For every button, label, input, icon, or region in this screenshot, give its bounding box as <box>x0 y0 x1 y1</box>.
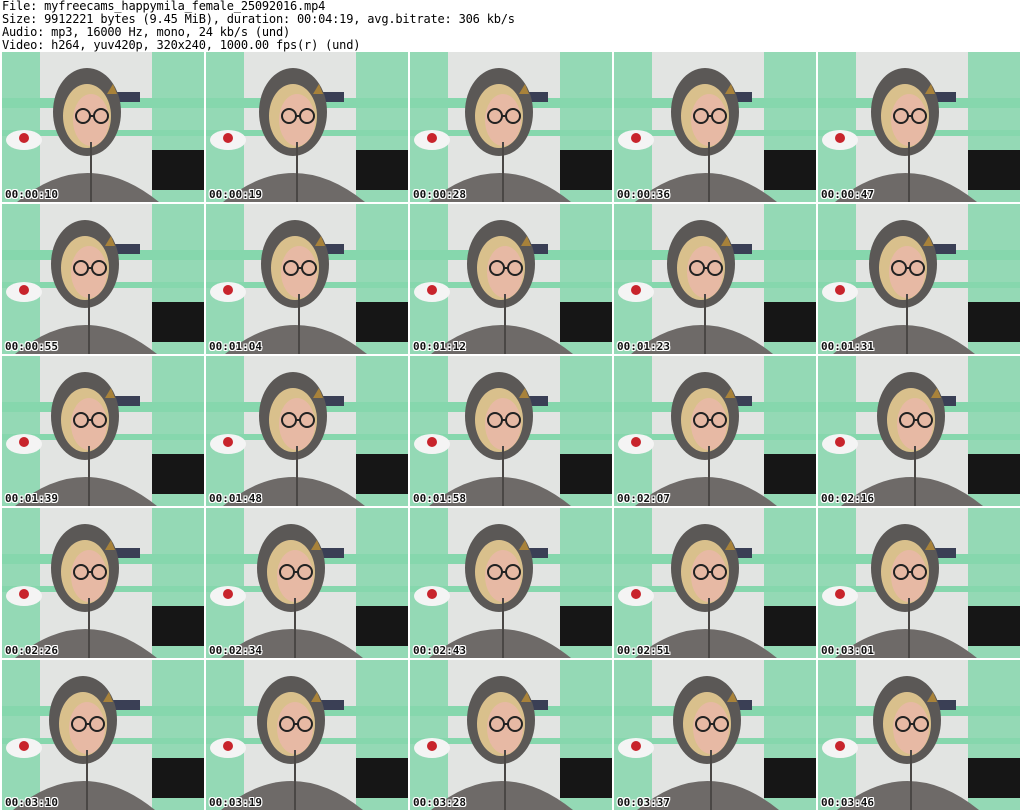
timestamp-label: 00:02:51 <box>617 644 670 657</box>
thumbnail-image <box>2 508 204 658</box>
timestamp-label: 00:03:19 <box>209 796 262 809</box>
timestamp-label: 00:00:19 <box>209 188 262 201</box>
video-thumbnail: 00:03:28 <box>410 660 612 810</box>
timestamp-label: 00:00:55 <box>5 340 58 353</box>
video-thumbnail: 00:01:23 <box>614 204 816 354</box>
video-thumbnail: 00:00:28 <box>410 52 612 202</box>
thumbnail-image <box>410 660 612 810</box>
video-thumbnail: 00:01:58 <box>410 356 612 506</box>
timestamp-label: 00:02:16 <box>821 492 874 505</box>
thumbnail-image <box>206 356 408 506</box>
timestamp-label: 00:02:43 <box>413 644 466 657</box>
video-thumbnail: 00:00:19 <box>206 52 408 202</box>
video-info-line: Video: h264, yuv420p, 320x240, 1000.00 f… <box>2 38 361 52</box>
timestamp-label: 00:01:04 <box>209 340 262 353</box>
video-thumbnail: 00:03:10 <box>2 660 204 810</box>
video-thumbnail: 00:03:01 <box>818 508 1020 658</box>
timestamp-label: 00:01:58 <box>413 492 466 505</box>
thumbnail-image <box>818 204 1020 354</box>
video-thumbnail: 00:02:07 <box>614 356 816 506</box>
timestamp-label: 00:01:39 <box>5 492 58 505</box>
thumbnail-image <box>410 356 612 506</box>
thumbnail-image <box>410 52 612 202</box>
video-thumbnail: 00:03:37 <box>614 660 816 810</box>
video-thumbnail: 00:00:36 <box>614 52 816 202</box>
thumbnail-image <box>2 52 204 202</box>
thumbnail-image <box>614 660 816 810</box>
timestamp-label: 00:02:26 <box>5 644 58 657</box>
thumbnail-image <box>410 204 612 354</box>
timestamp-label: 00:03:01 <box>821 644 874 657</box>
video-thumbnail: 00:00:47 <box>818 52 1020 202</box>
video-thumbnail: 00:02:34 <box>206 508 408 658</box>
thumbnail-image <box>410 508 612 658</box>
thumbnail-image <box>206 204 408 354</box>
timestamp-label: 00:03:46 <box>821 796 874 809</box>
video-thumbnail: 00:01:48 <box>206 356 408 506</box>
thumbnail-image <box>614 356 816 506</box>
timestamp-label: 00:02:07 <box>617 492 670 505</box>
thumbnail-image <box>818 52 1020 202</box>
thumbnail-grid: 00:00:10 00:00:19 00:00:28 00:00:36 00:0… <box>0 52 1024 811</box>
timestamp-label: 00:00:47 <box>821 188 874 201</box>
thumbnail-image <box>206 508 408 658</box>
thumbnail-image <box>614 204 816 354</box>
thumbnail-image <box>818 356 1020 506</box>
video-thumbnail: 00:01:12 <box>410 204 612 354</box>
thumbnail-image <box>614 508 816 658</box>
timestamp-label: 00:01:31 <box>821 340 874 353</box>
thumbnail-image <box>2 356 204 506</box>
thumbnail-image <box>2 660 204 810</box>
video-thumbnail: 00:02:43 <box>410 508 612 658</box>
timestamp-label: 00:03:37 <box>617 796 670 809</box>
video-thumbnail: 00:02:16 <box>818 356 1020 506</box>
timestamp-label: 00:01:12 <box>413 340 466 353</box>
timestamp-label: 00:01:23 <box>617 340 670 353</box>
timestamp-label: 00:03:10 <box>5 796 58 809</box>
thumbnail-image <box>614 52 816 202</box>
timestamp-label: 00:02:34 <box>209 644 262 657</box>
video-thumbnail: 00:01:39 <box>2 356 204 506</box>
video-thumbnail: 00:03:19 <box>206 660 408 810</box>
video-thumbnail: 00:02:51 <box>614 508 816 658</box>
timestamp-label: 00:03:28 <box>413 796 466 809</box>
video-thumbnail: 00:01:04 <box>206 204 408 354</box>
video-thumbnail: 00:00:10 <box>2 52 204 202</box>
timestamp-label: 00:00:10 <box>5 188 58 201</box>
timestamp-label: 00:01:48 <box>209 492 262 505</box>
thumbnail-image <box>206 660 408 810</box>
timestamp-label: 00:00:36 <box>617 188 670 201</box>
thumbnail-image <box>818 660 1020 810</box>
thumbnail-image <box>818 508 1020 658</box>
thumbnail-image <box>2 204 204 354</box>
video-thumbnail: 00:00:55 <box>2 204 204 354</box>
video-thumbnail: 00:01:31 <box>818 204 1020 354</box>
video-thumbnail: 00:03:46 <box>818 660 1020 810</box>
video-thumbnail: 00:02:26 <box>2 508 204 658</box>
thumbnail-image <box>206 52 408 202</box>
file-info-header: File: myfreecams_happymila_female_250920… <box>2 0 1022 52</box>
timestamp-label: 00:00:28 <box>413 188 466 201</box>
